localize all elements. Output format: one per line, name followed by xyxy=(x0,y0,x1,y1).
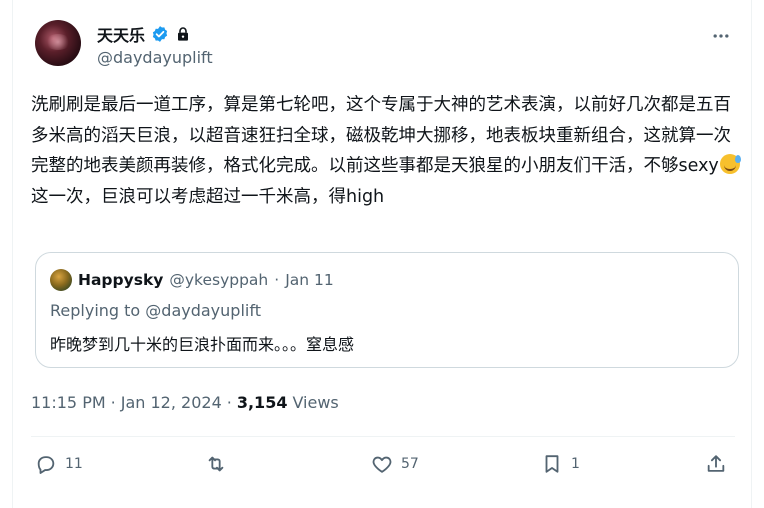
reply-button[interactable]: 11 xyxy=(35,453,83,475)
tweet-card: 天天乐 @daydayuplift 洗刷刷是最后一道工序，算是第七轮吧，这个专属… xyxy=(12,0,752,508)
views-count: 3,154 xyxy=(236,393,288,412)
action-bar: 11 57 1 xyxy=(35,453,739,481)
quoted-tweet[interactable]: Happysky @ykesyppah · Jan 11 Replying to… xyxy=(35,252,739,368)
author-display-name[interactable]: 天天乐 xyxy=(97,22,145,46)
retweet-icon xyxy=(208,456,224,472)
quoted-separator: · xyxy=(274,271,280,289)
author-avatar[interactable] xyxy=(35,20,81,66)
bookmark-count: 1 xyxy=(571,456,580,472)
sweat-smile-emoji-icon xyxy=(719,154,741,174)
like-button[interactable]: 57 xyxy=(371,453,419,475)
tweet-time[interactable]: 11:15 PM xyxy=(31,393,106,412)
tweet-meta: 11:15 PM · Jan 12, 2024 · 3,154 Views xyxy=(31,393,339,412)
reply-count: 11 xyxy=(65,456,83,472)
meta-separator-2: · xyxy=(226,393,232,412)
retweet-button[interactable] xyxy=(205,453,235,475)
quoted-replying-to: Replying to @daydayuplift xyxy=(50,301,261,320)
tweet-text-part-2: 这一次，巨浪可以考虑超过一千米高，得high xyxy=(31,186,385,207)
quoted-author-avatar xyxy=(50,269,72,291)
quoted-tweet-text: 昨晚梦到几十米的巨浪扑面而来。。。窒息感 xyxy=(50,335,355,354)
quoted-tweet-header: Happysky @ykesyppah · Jan 11 xyxy=(50,269,334,291)
quoted-author-name: Happysky xyxy=(78,271,164,289)
share-icon xyxy=(707,455,725,472)
actions-divider xyxy=(31,436,735,437)
tweet-text: 洗刷刷是最后一道工序，算是第七轮吧，这个专属于大神的艺术表演，以前好几次都是五百… xyxy=(31,90,743,212)
bookmark-button[interactable]: 1 xyxy=(541,453,580,475)
reply-icon xyxy=(37,456,55,474)
more-options-icon[interactable] xyxy=(709,24,733,48)
quoted-date: Jan 11 xyxy=(285,271,334,289)
lock-icon xyxy=(178,27,189,41)
bookmark-icon xyxy=(545,455,559,473)
author-name-row: 天天乐 xyxy=(97,22,191,46)
like-count: 57 xyxy=(401,456,419,472)
heart-icon xyxy=(372,456,392,473)
views-label: Views xyxy=(292,393,339,412)
author-handle[interactable]: @daydayuplift xyxy=(97,48,213,67)
share-button[interactable] xyxy=(705,453,727,475)
quoted-author-handle: @ykesyppah xyxy=(169,271,269,289)
tweet-text-part-1: 洗刷刷是最后一道工序，算是第七轮吧，这个专属于大神的艺术表演，以前好几次都是五百… xyxy=(31,95,731,176)
verified-badge-icon xyxy=(152,26,168,42)
meta-separator-1: · xyxy=(110,393,116,412)
tweet-date[interactable]: Jan 12, 2024 xyxy=(121,393,222,412)
